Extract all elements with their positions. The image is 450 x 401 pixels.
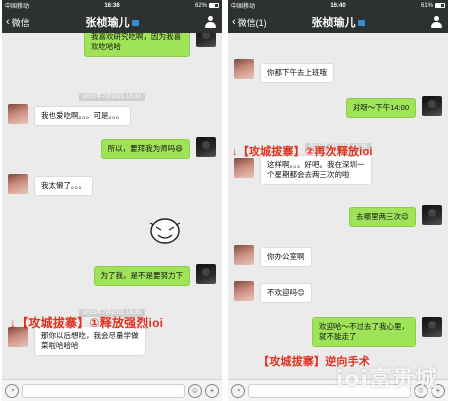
emoji-icon[interactable]: ☺	[188, 383, 202, 398]
message-bubble[interactable]: 我喜欢研究吃啊，因为我喜欢吃哈哈	[84, 33, 190, 57]
message-bubble[interactable]: 你都下午去上班哦	[260, 63, 334, 83]
input-bar: ◔ ☺ +	[2, 379, 222, 401]
chat-title: 张桢瑜儿	[2, 14, 222, 30]
status-bar: 中国移动 16:40 61%	[228, 0, 448, 11]
badge-icon	[357, 20, 365, 27]
plus-icon[interactable]: +	[205, 383, 219, 398]
message-bubble[interactable]: 欢迎哈～不过去了我心里，就不能走了	[312, 317, 416, 347]
avatar[interactable]	[422, 205, 442, 225]
voice-icon[interactable]: ◔	[5, 383, 19, 398]
timestamp: 2015年7月23日 16:33	[2, 85, 222, 103]
chat-area: 我喜欢研究吃啊，因为我喜欢吃哈哈 2015年7月23日 16:33 我也爱吃啊。…	[2, 33, 222, 379]
chevron-left-icon: ‹	[6, 15, 10, 28]
back-button[interactable]: ‹ 微信	[6, 16, 30, 29]
clock: 16:40	[330, 2, 346, 9]
battery-icon	[435, 3, 445, 8]
avatar[interactable]	[234, 281, 254, 301]
chevron-left-icon: ‹	[232, 15, 236, 28]
message-bubble[interactable]: 我也爱吃啊。。。可是。。。	[34, 106, 131, 126]
avatar[interactable]	[196, 33, 216, 47]
clock: 16:36	[104, 2, 120, 9]
message-bubble[interactable]: 这样啊。。。好吧。我在深圳一个星期都会去两三次的啦	[260, 155, 372, 185]
annotation-label: ↓【攻城拔寨】①释放强烈ioi	[10, 316, 164, 330]
screenshot: 中国移动 16:36 62% ‹ 微信 张桢瑜儿 我喜欢研究吃啊，因为我喜欢吃哈…	[0, 0, 450, 401]
message-bubble[interactable]: 你办公室啊	[260, 247, 312, 267]
battery-icon	[209, 3, 219, 8]
profile-icon[interactable]	[205, 16, 216, 28]
avatar[interactable]	[234, 59, 254, 79]
message-bubble[interactable]: 我太懒了。。。	[34, 176, 93, 196]
avatar[interactable]	[234, 158, 254, 178]
chat-area: 你都下午去上班哦 对呀～下午14:00 2015年7月23日 16:38 这样啊…	[228, 33, 448, 379]
avatar[interactable]	[196, 264, 216, 284]
message-bubble[interactable]: 不欢迎吗😊	[260, 283, 312, 303]
voice-icon[interactable]: ◔	[231, 383, 245, 398]
badge-icon	[131, 20, 139, 27]
message-bubble[interactable]: 为了我，是不是要努力下	[93, 266, 190, 286]
avatar[interactable]	[422, 96, 442, 116]
sticker-icon[interactable]	[148, 215, 182, 245]
status-bar: 中国移动 16:36 62%	[2, 0, 222, 11]
profile-icon[interactable]	[431, 16, 442, 28]
nav-bar: ‹ 微信(1) 张桢瑜儿	[228, 11, 448, 33]
avatar[interactable]	[196, 137, 216, 157]
phone-screen-left: 中国移动 16:36 62% ‹ 微信 张桢瑜儿 我喜欢研究吃啊，因为我喜欢吃哈…	[2, 0, 222, 401]
message-bubble[interactable]: 对呀～下午14:00	[345, 98, 416, 118]
back-label: 微信	[11, 17, 30, 28]
avatar[interactable]	[8, 174, 28, 194]
avatar[interactable]	[422, 317, 442, 337]
annotation-label: ↓【攻城拔寨】②再次释放ioi	[232, 146, 373, 158]
avatar[interactable]	[8, 104, 28, 124]
back-label: 微信(1)	[237, 17, 267, 28]
back-button[interactable]: ‹ 微信(1)	[232, 16, 267, 29]
message-input[interactable]	[22, 383, 185, 398]
nav-bar: ‹ 微信 张桢瑜儿	[2, 11, 222, 33]
avatar[interactable]	[234, 245, 254, 265]
watermark-subtitle: Baidu经验	[402, 388, 436, 396]
message-bubble[interactable]: 去哪里两三次😉	[349, 207, 416, 227]
message-bubble[interactable]: 所以，要拜我为师吗😄	[100, 139, 190, 159]
phone-screen-right: 中国移动 16:40 61% ‹ 微信(1) 张桢瑜儿 你都下午去上班哦 对呀～…	[228, 0, 448, 401]
